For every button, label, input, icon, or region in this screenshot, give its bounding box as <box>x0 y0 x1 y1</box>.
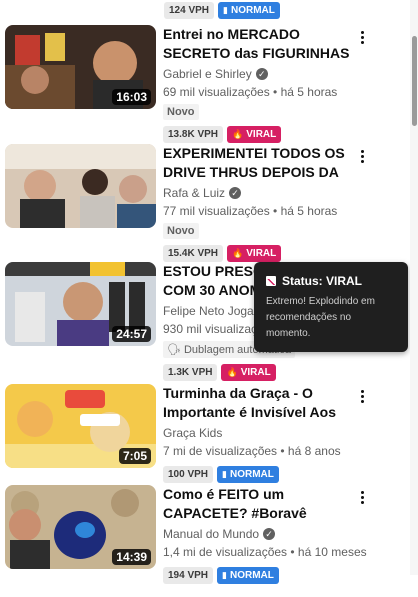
thumbnail-art <box>5 144 156 228</box>
status-badge-viral[interactable]: 🔥 VIRAL <box>221 364 276 381</box>
status-badge-viral[interactable]: 🔥 VIRAL <box>227 126 282 143</box>
trend-chart-icon <box>266 276 276 286</box>
video-thumbnail[interactable]: 7:05 <box>5 384 156 468</box>
bar-chart-icon: ▮ <box>222 469 227 479</box>
video-stats: 1,4 mi de visualizações • há 10 meses <box>163 545 367 559</box>
vph-badge: 124 VPH <box>164 2 215 19</box>
vph-badge: 1.3K VPH <box>163 364 218 381</box>
more-options-icon[interactable] <box>352 485 372 509</box>
video-item[interactable]: 14:39 Como é FEITO um CAPACETE? #Boravê … <box>5 485 405 597</box>
more-options-icon[interactable] <box>352 25 372 49</box>
new-badge: Novo <box>163 223 199 239</box>
scrollbar[interactable] <box>410 0 418 575</box>
video-title[interactable]: Entrei no MERCADO SECRETO das FIGURINHAS… <box>163 25 351 63</box>
top-badges: 124 VPH ▮ NORMAL <box>164 2 280 19</box>
bar-chart-icon: ▮ <box>223 5 228 15</box>
status-tooltip: Status: VIRAL Extremo! Explodindo em rec… <box>254 262 408 352</box>
new-badge: Novo <box>163 104 199 120</box>
video-duration: 24:57 <box>112 326 151 342</box>
video-title[interactable]: EXPERIMENTEI TODOS OS DRIVE THRUS DEPOIS… <box>163 144 351 182</box>
status-label: NORMAL <box>229 469 274 480</box>
more-options-icon[interactable] <box>352 384 372 408</box>
status-badge-normal: ▮ NORMAL <box>218 2 280 19</box>
video-thumbnail[interactable]: 24:57 <box>5 262 156 346</box>
video-thumbnail[interactable] <box>5 144 156 228</box>
fire-icon: 🔥 <box>232 129 244 139</box>
status-badge-viral[interactable]: 🔥 VIRAL <box>227 245 282 262</box>
status-label: VIRAL <box>246 248 277 259</box>
video-title[interactable]: Como é FEITO um CAPACETE? #Boravê <box>163 485 351 523</box>
channel-name[interactable]: Felipe Neto Joga <box>163 302 254 320</box>
video-duration: 7:05 <box>118 448 151 464</box>
vph-badge: 194 VPH <box>163 567 214 584</box>
video-title[interactable]: Turminha da Graça - O Importante é Invis… <box>163 384 351 422</box>
vph-badge: 13.8K VPH <box>163 126 224 143</box>
status-label: NORMAL <box>229 570 274 581</box>
video-duration: 16:03 <box>112 89 151 105</box>
video-stats: 77 mil visualizações • há 5 horas <box>163 204 338 218</box>
channel-name[interactable]: Manual do Mundo <box>163 525 259 543</box>
verified-icon: ✓ <box>229 187 242 199</box>
status-label: NORMAL <box>230 5 275 16</box>
vph-badge: 100 VPH <box>163 466 214 483</box>
more-options-icon[interactable] <box>352 144 372 168</box>
scrollbar-thumb[interactable] <box>412 36 417 126</box>
video-duration: 14:39 <box>112 549 151 565</box>
fire-icon: 🔥 <box>232 248 244 258</box>
verified-icon: ✓ <box>263 528 276 540</box>
status-badge-normal[interactable]: ▮ NORMAL <box>217 466 279 483</box>
video-item[interactable]: 16:03 Entrei no MERCADO SECRETO das FIGU… <box>5 25 405 143</box>
video-thumbnail[interactable]: 14:39 <box>5 485 156 569</box>
channel-name[interactable]: Gabriel e Shirley <box>163 65 252 83</box>
vph-badge: 15.4K VPH <box>163 245 224 262</box>
tooltip-title: Status: VIRAL <box>282 274 363 288</box>
video-thumbnail[interactable]: 16:03 <box>5 25 156 109</box>
status-label: VIRAL <box>246 129 277 140</box>
status-label: VIRAL <box>240 367 271 378</box>
tooltip-body: Extremo! Explodindo em recomendações no … <box>266 296 375 339</box>
video-item[interactable]: 7:05 Turminha da Graça - O Importante é … <box>5 384 405 496</box>
fire-icon: 🔥 <box>226 367 238 377</box>
verified-icon: ✓ <box>255 68 268 80</box>
status-badge-normal[interactable]: ▮ NORMAL <box>217 567 279 584</box>
channel-name[interactable]: Rafa & Luiz <box>163 184 225 202</box>
channel-name[interactable]: Graça Kids <box>163 424 222 442</box>
video-stats: 7 mi de visualizações • há 8 anos <box>163 444 341 458</box>
bar-chart-icon: ▮ <box>222 570 227 580</box>
video-stats: 69 mil visualizações • há 5 horas <box>163 85 338 99</box>
video-item[interactable]: EXPERIMENTEI TODOS OS DRIVE THRUS DEPOIS… <box>5 144 405 262</box>
voice-icon: 🗣 <box>167 344 181 356</box>
